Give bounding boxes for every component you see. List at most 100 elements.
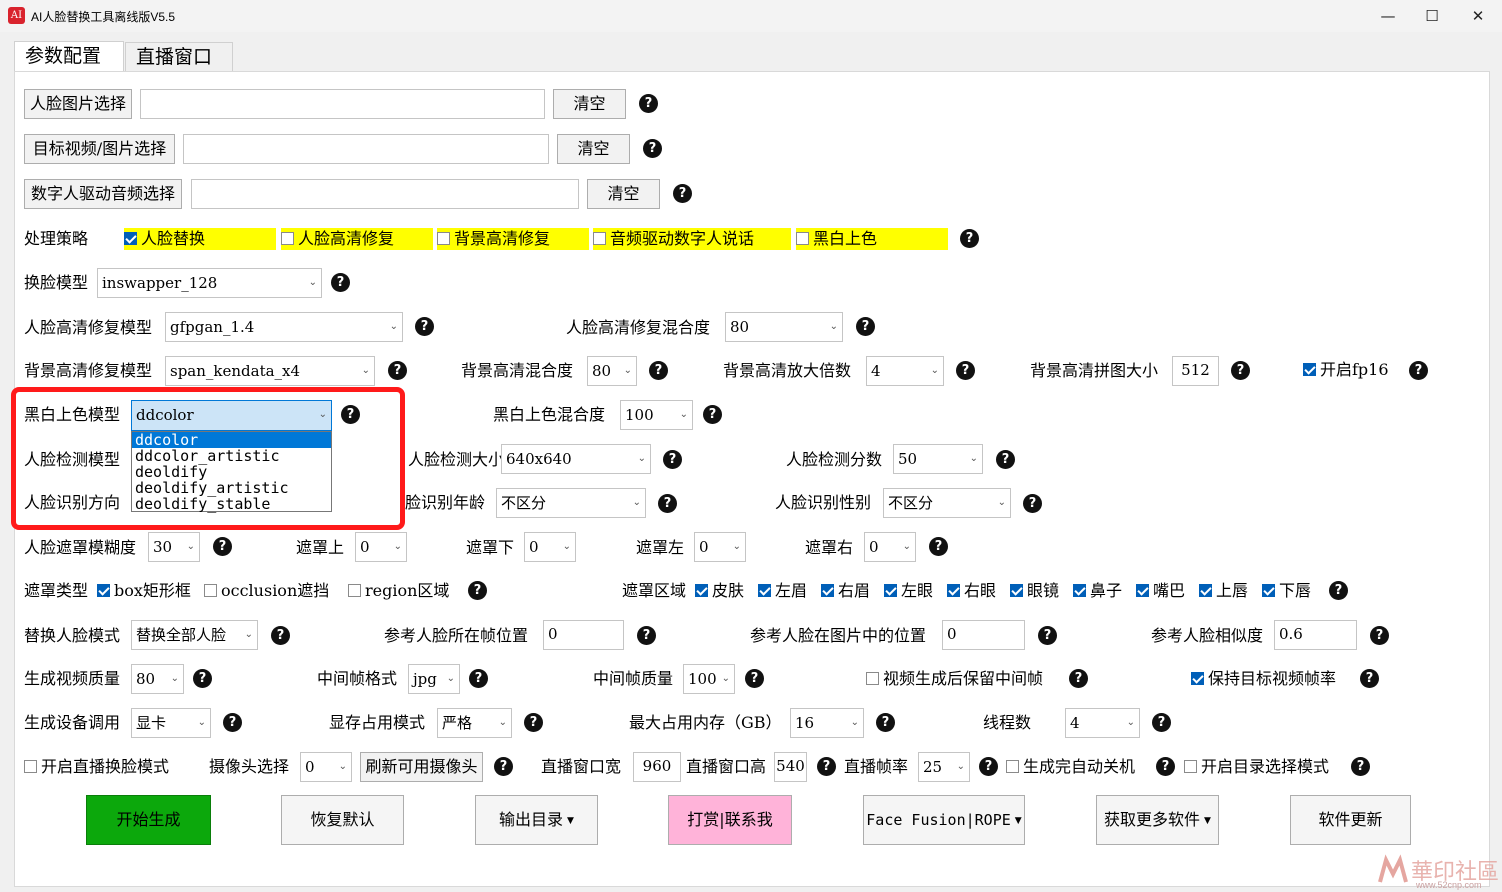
help-icon[interactable]: ? bbox=[271, 626, 290, 645]
bg-tile-input[interactable]: 512 bbox=[1172, 356, 1219, 386]
help-icon[interactable]: ? bbox=[658, 494, 677, 513]
help-icon[interactable]: ? bbox=[1156, 757, 1175, 776]
frame-quality-select[interactable]: 100 ⌄ bbox=[683, 664, 735, 694]
mask-right-select[interactable]: 0 ⌄ bbox=[864, 532, 916, 562]
help-icon[interactable]: ? bbox=[673, 184, 692, 203]
camera-select[interactable]: 0 ⌄ bbox=[300, 752, 352, 782]
region-left-eye-checkbox[interactable]: 左眼 bbox=[884, 580, 933, 602]
help-icon[interactable]: ? bbox=[1152, 713, 1171, 732]
help-icon[interactable]: ? bbox=[1360, 669, 1379, 688]
live-height-input[interactable]: 540 bbox=[774, 752, 807, 782]
mask-type-box-checkbox[interactable]: box矩形框 bbox=[97, 580, 191, 602]
help-icon[interactable]: ? bbox=[639, 94, 658, 113]
strategy-face-enhance-checkbox[interactable]: 人脸高清修复 bbox=[281, 228, 433, 250]
start-generate-button[interactable]: 开始生成 bbox=[86, 795, 211, 845]
keep-fps-checkbox[interactable]: 保持目标视频帧率 bbox=[1191, 668, 1336, 690]
donate-contact-button[interactable]: 打赏|联系我 bbox=[668, 795, 792, 845]
colorize-blend-select[interactable]: 100 ⌄ bbox=[620, 400, 693, 430]
help-icon[interactable]: ? bbox=[1370, 626, 1389, 645]
target-path-input[interactable] bbox=[183, 134, 549, 164]
face-image-clear-button[interactable]: 清空 bbox=[553, 89, 626, 119]
strategy-colorize-checkbox[interactable]: 黑白上色 bbox=[796, 228, 948, 250]
help-icon[interactable]: ? bbox=[193, 669, 212, 688]
region-skin-checkbox[interactable]: 皮肤 bbox=[695, 580, 744, 602]
help-icon[interactable]: ? bbox=[468, 581, 487, 600]
help-icon[interactable]: ? bbox=[524, 713, 543, 732]
help-icon[interactable]: ? bbox=[1351, 757, 1370, 776]
mask-left-select[interactable]: 0 ⌄ bbox=[694, 532, 746, 562]
audio-clear-button[interactable]: 清空 bbox=[587, 179, 660, 209]
region-left-brow-checkbox[interactable]: 左眉 bbox=[758, 580, 807, 602]
more-software-button[interactable]: 获取更多软件 ▼ bbox=[1096, 795, 1219, 845]
maximize-icon[interactable]: ☐ bbox=[1418, 4, 1446, 28]
help-icon[interactable]: ? bbox=[1409, 361, 1428, 380]
swap-model-select[interactable]: inswapper_128 ⌄ bbox=[97, 268, 322, 298]
live-fps-select[interactable]: 25 ⌄ bbox=[918, 752, 970, 782]
help-icon[interactable]: ? bbox=[1329, 581, 1348, 600]
refresh-camera-button[interactable]: 刷新可用摄像头 bbox=[360, 752, 483, 782]
face-enhance-model-select[interactable]: gfpgan_1.4 ⌄ bbox=[165, 312, 403, 342]
face-image-select-button[interactable]: 人脸图片选择 bbox=[24, 89, 132, 119]
tab-live-window[interactable]: 直播窗口 bbox=[125, 42, 233, 72]
recognize-age-select[interactable]: 不区分 ⌄ bbox=[496, 488, 646, 518]
auto-shutdown-checkbox[interactable]: 生成完自动关机 bbox=[1006, 756, 1135, 778]
reset-default-button[interactable]: 恢复默认 bbox=[281, 795, 404, 845]
help-icon[interactable]: ? bbox=[415, 317, 434, 336]
region-right-eye-checkbox[interactable]: 右眼 bbox=[947, 580, 996, 602]
keep-frames-checkbox[interactable]: 视频生成后保留中间帧 bbox=[866, 668, 1043, 690]
strategy-bg-enhance-checkbox[interactable]: 背景高清修复 bbox=[437, 228, 589, 250]
help-icon[interactable]: ? bbox=[637, 626, 656, 645]
audio-path-input[interactable] bbox=[191, 179, 579, 209]
help-icon[interactable]: ? bbox=[223, 713, 242, 732]
bg-blend-select[interactable]: 80 ⌄ bbox=[587, 356, 637, 386]
help-icon[interactable]: ? bbox=[929, 537, 948, 556]
bg-enhance-model-select[interactable]: span_kendata_x4 ⌄ bbox=[165, 356, 375, 386]
help-icon[interactable]: ? bbox=[745, 669, 764, 688]
bg-scale-select[interactable]: 4 ⌄ bbox=[866, 356, 944, 386]
help-icon[interactable]: ? bbox=[1231, 361, 1250, 380]
help-icon[interactable]: ? bbox=[469, 669, 488, 688]
face-image-path-input[interactable] bbox=[140, 89, 545, 119]
target-select-button[interactable]: 目标视频/图片选择 bbox=[24, 134, 175, 164]
recognize-gender-select[interactable]: 不区分 ⌄ bbox=[883, 488, 1011, 518]
target-clear-button[interactable]: 清空 bbox=[557, 134, 630, 164]
help-icon[interactable]: ? bbox=[213, 537, 232, 556]
help-icon[interactable]: ? bbox=[649, 361, 668, 380]
face-enhance-blend-select[interactable]: 80 ⌄ bbox=[725, 312, 843, 342]
ref-frame-input[interactable]: 0 bbox=[543, 620, 624, 650]
mask-top-select[interactable]: 0 ⌄ bbox=[355, 532, 407, 562]
live-width-input[interactable]: 960 bbox=[633, 752, 681, 782]
software-update-button[interactable]: 软件更新 bbox=[1290, 795, 1411, 845]
mem-mode-select[interactable]: 严格 ⌄ bbox=[437, 708, 512, 738]
threads-select[interactable]: 4 ⌄ bbox=[1065, 708, 1140, 738]
detect-score-select[interactable]: 50 ⌄ bbox=[893, 444, 983, 474]
frame-format-select[interactable]: jpg ⌄ bbox=[408, 664, 460, 694]
minimize-icon[interactable]: — bbox=[1374, 4, 1402, 28]
replace-mode-select[interactable]: 替换全部人脸 ⌄ bbox=[131, 620, 258, 650]
help-icon[interactable]: ? bbox=[996, 450, 1015, 469]
help-icon[interactable]: ? bbox=[956, 361, 975, 380]
device-select[interactable]: 显卡 ⌄ bbox=[131, 708, 211, 738]
ref-similarity-input[interactable]: 0.6 bbox=[1274, 620, 1357, 650]
region-nose-checkbox[interactable]: 鼻子 bbox=[1073, 580, 1122, 602]
region-lower-lip-checkbox[interactable]: 下唇 bbox=[1262, 580, 1311, 602]
help-icon[interactable]: ? bbox=[979, 757, 998, 776]
mask-type-occlusion-checkbox[interactable]: occlusion遮挡 bbox=[204, 580, 329, 602]
region-mouth-checkbox[interactable]: 嘴巴 bbox=[1136, 580, 1185, 602]
strategy-audio-driven-checkbox[interactable]: 音频驱动数字人说话 bbox=[593, 228, 791, 250]
video-quality-select[interactable]: 80 ⌄ bbox=[131, 664, 184, 694]
help-icon[interactable]: ? bbox=[817, 757, 836, 776]
mask-blur-select[interactable]: 30 ⌄ bbox=[148, 532, 200, 562]
help-icon[interactable]: ? bbox=[1023, 494, 1042, 513]
help-icon[interactable]: ? bbox=[663, 450, 682, 469]
mask-type-region-checkbox[interactable]: region区域 bbox=[348, 580, 449, 602]
face-fusion-rope-button[interactable]: Face Fusion|ROPE ▼ bbox=[863, 795, 1025, 845]
region-right-brow-checkbox[interactable]: 右眉 bbox=[821, 580, 870, 602]
audio-select-button[interactable]: 数字人驱动音频选择 bbox=[24, 179, 182, 209]
detect-size-select[interactable]: 640x640 ⌄ bbox=[501, 444, 651, 474]
help-icon[interactable]: ? bbox=[1038, 626, 1057, 645]
mem-max-select[interactable]: 16 ⌄ bbox=[790, 708, 864, 738]
help-icon[interactable]: ? bbox=[703, 405, 722, 424]
dir-select-mode-checkbox[interactable]: 开启目录选择模式 bbox=[1184, 756, 1329, 778]
help-icon[interactable]: ? bbox=[643, 139, 662, 158]
